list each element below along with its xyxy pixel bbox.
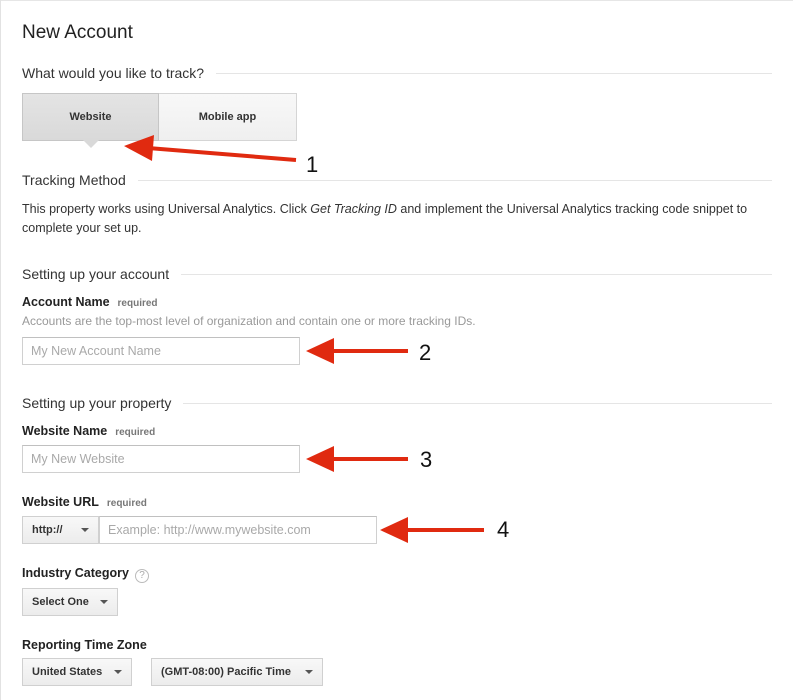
annotation-number-4: 4 [497,517,510,542]
annotation-number-3: 3 [420,447,433,472]
arrow-4 [380,517,484,543]
arrow-2 [306,338,408,364]
annotation-number-1: 1 [306,152,319,177]
arrow-1 [124,135,297,162]
arrow-3 [306,446,408,472]
annotation-number-2: 2 [419,340,432,365]
annotation-arrows [124,135,484,543]
